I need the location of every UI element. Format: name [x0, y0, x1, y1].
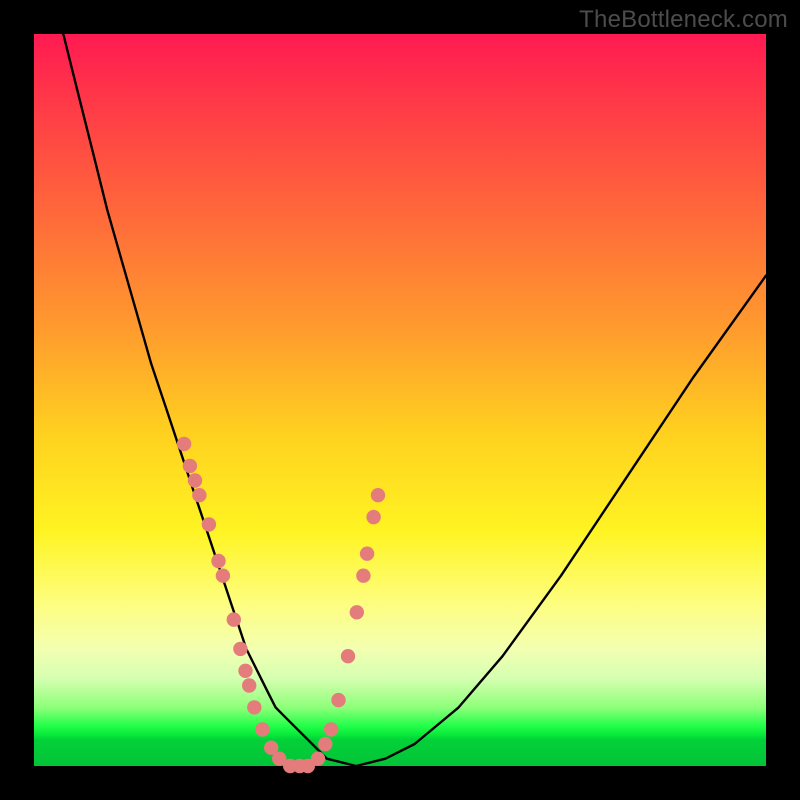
data-point	[318, 737, 332, 751]
data-point	[371, 488, 385, 502]
data-point	[233, 642, 247, 656]
data-point	[188, 473, 202, 487]
data-point	[324, 722, 338, 736]
watermark-text: TheBottleneck.com	[579, 6, 788, 34]
data-point	[227, 612, 241, 626]
data-points	[177, 437, 385, 774]
data-point	[247, 700, 261, 714]
data-point	[211, 554, 225, 568]
data-point	[216, 569, 230, 583]
data-point	[192, 488, 206, 502]
chart-frame: TheBottleneck.com	[0, 0, 800, 800]
data-point	[183, 459, 197, 473]
data-point	[177, 437, 191, 451]
data-point	[238, 664, 252, 678]
data-point	[341, 649, 355, 663]
data-point	[202, 517, 216, 531]
data-point	[356, 569, 370, 583]
plot-area	[34, 34, 766, 766]
data-point	[366, 510, 380, 524]
bottleneck-curve	[63, 34, 766, 766]
data-point	[311, 752, 325, 766]
data-point	[331, 693, 345, 707]
data-point	[242, 678, 256, 692]
data-point	[360, 547, 374, 561]
data-point	[350, 605, 364, 619]
data-point	[255, 722, 269, 736]
chart-svg	[34, 34, 766, 766]
